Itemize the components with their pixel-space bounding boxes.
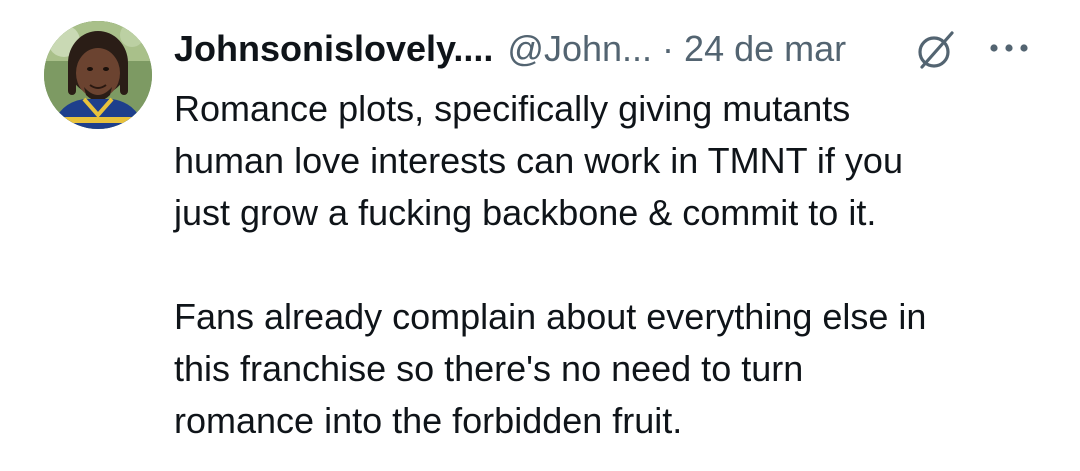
paragraph-1-line-3: just grow a fucking backbone & commit to… <box>174 192 877 233</box>
paragraph-2-line-1: Fans already complain about everything e… <box>174 296 927 337</box>
more-options-icon[interactable] <box>988 38 1030 58</box>
separator-dot: · <box>662 28 675 69</box>
tweet-date[interactable]: 24 de mar <box>684 24 846 74</box>
paragraph-2-line-3: romance into the forbidden fruit. <box>174 400 683 441</box>
avatar[interactable] <box>44 21 152 129</box>
paragraph-1-line-1: Romance plots, specifically giving mutan… <box>174 88 851 129</box>
avatar-image <box>44 21 152 129</box>
paragraph-2-line-2: this franchise so there's no need to tur… <box>174 348 804 389</box>
display-name[interactable]: Johnsonislovely.... <box>174 24 493 74</box>
grok-icon[interactable] <box>912 27 960 75</box>
user-handle[interactable]: @John... <box>507 24 652 74</box>
tweet-text: Romance plots, specifically giving mutan… <box>174 83 1054 447</box>
tweet-card[interactable]: Johnsonislovely.... @John... · 24 de mar… <box>0 0 1080 471</box>
paragraph-1-line-2: human love interests can work in TMNT if… <box>174 140 903 181</box>
tweet-header: Johnsonislovely.... @John... · 24 de mar <box>174 24 846 74</box>
